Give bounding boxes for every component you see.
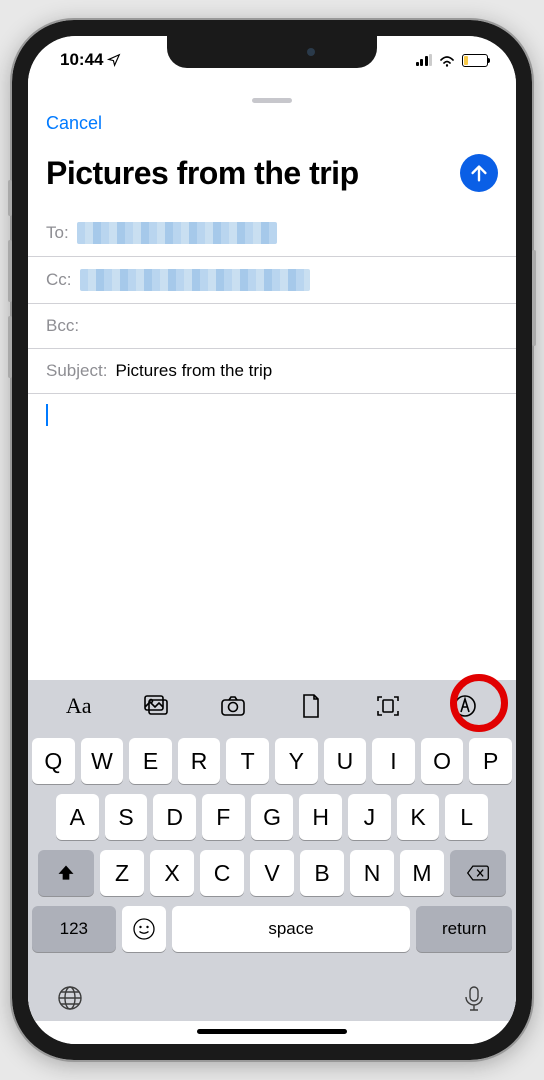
photo-library-icon xyxy=(142,692,170,720)
status-indicators xyxy=(416,53,489,67)
document-icon xyxy=(297,692,325,720)
key-w[interactable]: W xyxy=(81,738,124,784)
keyboard-bottom-bar xyxy=(28,970,516,1021)
key-e[interactable]: E xyxy=(129,738,172,784)
text-cursor xyxy=(46,404,48,426)
send-button[interactable] xyxy=(460,154,498,192)
to-label: To: xyxy=(46,223,69,243)
bcc-label: Bcc: xyxy=(46,316,79,336)
key-q[interactable]: Q xyxy=(32,738,75,784)
space-key[interactable]: space xyxy=(172,906,411,952)
mute-switch xyxy=(8,180,12,216)
key-f[interactable]: F xyxy=(202,794,245,840)
return-key[interactable]: return xyxy=(416,906,512,952)
camera-icon xyxy=(219,692,247,720)
globe-icon xyxy=(56,984,84,1012)
markup-button[interactable] xyxy=(437,686,493,726)
key-u[interactable]: U xyxy=(324,738,367,784)
screen: 10:44 Cancel Pictures from the trip xyxy=(28,36,516,1044)
key-d[interactable]: D xyxy=(153,794,196,840)
cc-value-redacted xyxy=(80,269,310,291)
key-b[interactable]: B xyxy=(300,850,344,896)
power-button xyxy=(532,250,536,346)
battery-icon xyxy=(462,54,488,67)
software-keyboard: Q W E R T Y U I O P A S D F G H xyxy=(28,732,516,970)
camera-button[interactable] xyxy=(205,686,261,726)
clock-text: 10:44 xyxy=(60,50,103,70)
key-l[interactable]: L xyxy=(445,794,488,840)
key-a[interactable]: A xyxy=(56,794,99,840)
numeric-key[interactable]: 123 xyxy=(32,906,116,952)
subject-label: Subject: xyxy=(46,361,107,381)
globe-button[interactable] xyxy=(56,984,84,1017)
key-s[interactable]: S xyxy=(105,794,148,840)
cellular-signal-icon xyxy=(416,54,433,66)
microphone-icon xyxy=(460,984,488,1012)
subject-value: Pictures from the trip xyxy=(115,361,272,381)
photo-library-button[interactable] xyxy=(128,686,184,726)
wifi-icon xyxy=(438,53,456,67)
home-indicator[interactable] xyxy=(197,1029,347,1034)
key-k[interactable]: K xyxy=(397,794,440,840)
key-c[interactable]: C xyxy=(200,850,244,896)
keyboard-row-4: 123 space return xyxy=(32,906,512,952)
notch xyxy=(167,36,377,68)
emoji-icon xyxy=(132,917,156,941)
dictation-button[interactable] xyxy=(460,984,488,1017)
key-o[interactable]: O xyxy=(421,738,464,784)
backspace-key[interactable] xyxy=(450,850,506,896)
emoji-key[interactable] xyxy=(122,906,166,952)
status-time: 10:44 xyxy=(60,50,121,70)
key-p[interactable]: P xyxy=(469,738,512,784)
key-h[interactable]: H xyxy=(299,794,342,840)
subject-field[interactable]: Subject: Pictures from the trip xyxy=(28,349,516,394)
keyboard-row-2: A S D F G H J K L xyxy=(32,794,512,840)
cc-field[interactable]: Cc: xyxy=(28,257,516,304)
bcc-field[interactable]: Bcc: xyxy=(28,304,516,349)
shift-icon xyxy=(56,863,76,883)
to-field[interactable]: To: xyxy=(28,210,516,257)
key-j[interactable]: J xyxy=(348,794,391,840)
shift-key[interactable] xyxy=(38,850,94,896)
key-v[interactable]: V xyxy=(250,850,294,896)
key-t[interactable]: T xyxy=(226,738,269,784)
cancel-button[interactable]: Cancel xyxy=(46,113,102,134)
to-value-redacted xyxy=(77,222,277,244)
volume-up-button xyxy=(8,240,12,302)
scan-icon xyxy=(374,692,402,720)
backspace-icon xyxy=(466,863,490,883)
keyboard-row-1: Q W E R T Y U I O P xyxy=(32,738,512,784)
key-y[interactable]: Y xyxy=(275,738,318,784)
key-i[interactable]: I xyxy=(372,738,415,784)
cc-label: Cc: xyxy=(46,270,72,290)
message-body[interactable] xyxy=(28,394,516,680)
key-r[interactable]: R xyxy=(178,738,221,784)
volume-down-button xyxy=(8,316,12,378)
markup-icon xyxy=(451,692,479,720)
scan-document-button[interactable] xyxy=(360,686,416,726)
key-x[interactable]: X xyxy=(150,850,194,896)
keyboard-toolbar: Aa xyxy=(28,680,516,732)
location-arrow-icon xyxy=(107,53,121,67)
keyboard-row-3: Z X C V B N M xyxy=(32,850,512,896)
phone-frame: 10:44 Cancel Pictures from the trip xyxy=(12,20,532,1060)
compose-sheet: Cancel Pictures from the trip To: Cc: Bc… xyxy=(28,90,516,1044)
text-format-button[interactable]: Aa xyxy=(51,686,107,726)
key-z[interactable]: Z xyxy=(100,850,144,896)
key-m[interactable]: M xyxy=(400,850,444,896)
key-g[interactable]: G xyxy=(251,794,294,840)
arrow-up-icon xyxy=(468,162,490,184)
document-button[interactable] xyxy=(283,686,339,726)
text-format-icon: Aa xyxy=(66,693,92,719)
compose-title: Pictures from the trip xyxy=(46,155,359,192)
key-n[interactable]: N xyxy=(350,850,394,896)
